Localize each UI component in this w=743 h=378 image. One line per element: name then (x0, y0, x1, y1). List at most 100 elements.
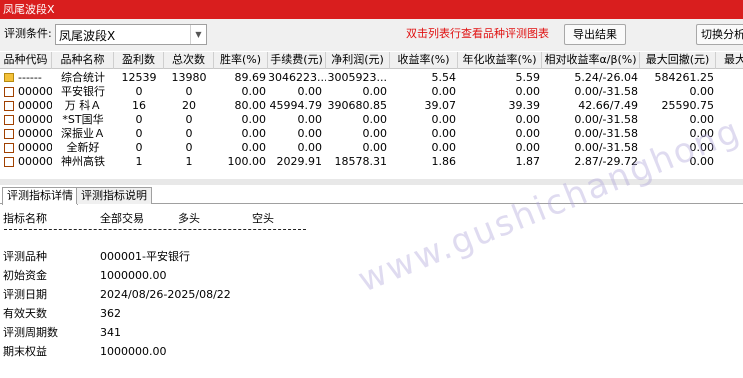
cell-name: 深振业Ａ (61, 127, 105, 140)
column-header[interactable]: 最大 (716, 52, 743, 69)
chevron-down-icon[interactable]: ▼ (190, 25, 206, 44)
table-row[interactable]: ------ 综合统计 12539 13980 89.69 3046223...… (0, 71, 743, 85)
export-results-button[interactable]: 导出结果 (564, 24, 626, 45)
cell-net: 18578.31 (334, 155, 388, 168)
condition-select[interactable]: 凤尾波段X ▼ (55, 24, 207, 45)
detail-value: 1000000.00 (100, 269, 167, 282)
cell-win: 0 (135, 113, 143, 126)
cell-code: ------ (18, 71, 42, 84)
table-row[interactable]: 000004 *ST国华 0 0 0.00 0.00 0.00 0.00 0.0… (0, 113, 743, 127)
cell-drawdown: 0.00 (689, 155, 715, 168)
cell-fee: 0.00 (297, 85, 323, 98)
column-header[interactable]: 品种代码 (0, 52, 52, 69)
column-header[interactable]: 年化收益率(%) (458, 52, 542, 69)
cell-win: 0 (135, 141, 143, 154)
cell-total: 0 (185, 85, 193, 98)
cell-drawdown: 25590.75 (661, 99, 715, 112)
table-header: 品种代码 品种名称 盈利数 总次数 胜率(%) 手续费(元) 净利润(元) 收益… (0, 52, 743, 69)
detail-row: 有效天数 362 (0, 306, 743, 322)
cell-code: 000001 (18, 85, 52, 98)
cell-alpha-beta: 0.00/-31.58 (574, 127, 638, 140)
cell-total: 0 (185, 141, 193, 154)
column-header[interactable]: 收益率(%) (390, 52, 458, 69)
column-header[interactable]: 品种名称 (52, 52, 114, 69)
column-header[interactable]: 手续费(元) (268, 52, 326, 69)
cell-code: 000008 (18, 155, 52, 168)
cell-annual: 0.00 (515, 85, 541, 98)
column-header[interactable]: 最大回撤(元) (640, 52, 716, 69)
cell-name: 神州高铁 (61, 155, 105, 168)
condition-label: 评测条件: (4, 27, 52, 40)
cell-return: 0.00 (431, 141, 457, 154)
tab-indicator-details[interactable]: 评测指标详情 (2, 187, 78, 205)
cell-rate: 100.00 (227, 155, 267, 168)
table-row[interactable]: 000007 全新好 0 0 0.00 0.00 0.00 0.00 0.00 … (0, 141, 743, 155)
column-header[interactable]: 总次数 (164, 52, 214, 69)
cell-net: 0.00 (362, 113, 388, 126)
cell-return: 0.00 (431, 127, 457, 140)
cell-net: 390680.85 (327, 99, 388, 112)
cell-code: 000007 (18, 141, 52, 154)
detail-value: 000001-平安银行 (100, 250, 190, 263)
cell-drawdown: 584261.25 (654, 71, 715, 84)
cell-code: 000004 (18, 113, 52, 126)
cell-fee: 0.00 (297, 113, 323, 126)
cell-fee: 0.00 (297, 141, 323, 154)
cell-win: 0 (135, 127, 143, 140)
cell-annual: 0.00 (515, 141, 541, 154)
cell-annual: 1.87 (515, 155, 541, 168)
cell-rate: 0.00 (241, 141, 267, 154)
table-row[interactable]: 000002 万 科Ａ 16 20 80.00 45994.79 390680.… (0, 99, 743, 113)
cell-total: 13980 (171, 71, 207, 84)
column-header[interactable]: 盈利数 (114, 52, 164, 69)
column-header[interactable]: 胜率(%) (214, 52, 268, 69)
detail-value: 341 (100, 326, 121, 339)
table-row[interactable]: 000006 深振业Ａ 0 0 0.00 0.00 0.00 0.00 0.00… (0, 127, 743, 141)
detail-key: 有效天数 (3, 307, 47, 320)
condition-toolbar: 评测条件: 凤尾波段X ▼ 双击列表行查看品种评测图表 导出结果 切换分析评 (0, 19, 743, 51)
cell-fee: 45994.79 (269, 99, 323, 112)
detail-value: 362 (100, 307, 121, 320)
cell-drawdown: 0.00 (689, 85, 715, 98)
cell-net: 0.00 (362, 141, 388, 154)
cell-rate: 0.00 (241, 127, 267, 140)
cell-win: 16 (132, 99, 146, 112)
table-row[interactable]: 000008 神州高铁 1 1 100.00 2029.91 18578.31 … (0, 155, 743, 169)
cell-total: 0 (185, 127, 193, 140)
cell-name: 万 科Ａ (64, 99, 102, 112)
cell-name: *ST国华 (62, 113, 104, 126)
double-click-hint: 双击列表行查看品种评测图表 (406, 27, 549, 40)
separator-line (4, 229, 306, 230)
cell-alpha-beta: 0.00/-31.58 (574, 85, 638, 98)
cell-return: 5.54 (431, 71, 457, 84)
column-header[interactable]: 相对收益率α/β(%) (542, 52, 640, 69)
detail-value: 1000000.00 (100, 345, 167, 358)
cell-return: 0.00 (431, 85, 457, 98)
cell-alpha-beta: 0.00/-31.58 (574, 141, 638, 154)
cell-name: 平安银行 (61, 85, 105, 98)
table-row[interactable]: 000001 平安银行 0 0 0.00 0.00 0.00 0.00 0.00… (0, 85, 743, 99)
detail-value: 2024/08/26-2025/08/22 (100, 288, 231, 301)
cell-fee: 3046223... (268, 71, 326, 84)
cell-net: 0.00 (362, 85, 388, 98)
detail-row: 评测周期数 341 (0, 325, 743, 341)
tab-indicator-explanation[interactable]: 评测指标说明 (76, 187, 152, 204)
cell-code: 000002 (18, 99, 52, 112)
column-header[interactable]: 净利润(元) (326, 52, 390, 69)
cell-rate: 89.69 (234, 71, 267, 84)
switch-analysis-button[interactable]: 切换分析评 (696, 24, 743, 45)
cell-alpha-beta: 0.00/-31.58 (574, 113, 638, 126)
header-all-trades: 全部交易 (100, 212, 144, 225)
detail-row: 评测品种 000001-平安银行 (0, 249, 743, 265)
detail-key: 初始资金 (3, 269, 47, 282)
detail-key: 期末权益 (3, 345, 47, 358)
cell-annual: 0.00 (515, 113, 541, 126)
detail-key: 评测品种 (3, 250, 47, 263)
cell-return: 0.00 (431, 113, 457, 126)
condition-value: 凤尾波段X (59, 29, 116, 43)
cell-win: 1 (135, 155, 143, 168)
header-long: 多头 (178, 212, 200, 225)
cell-rate: 80.00 (234, 99, 267, 112)
cell-fee: 2029.91 (276, 155, 323, 168)
cell-rate: 0.00 (241, 85, 267, 98)
